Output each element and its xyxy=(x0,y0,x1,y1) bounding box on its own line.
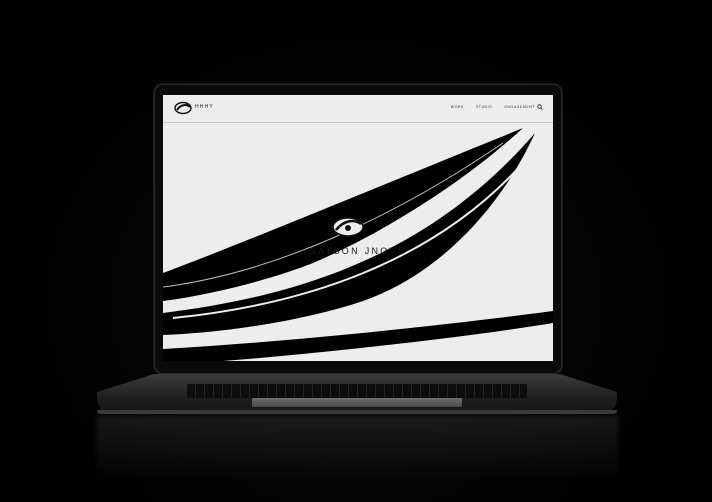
main-nav: WORK STUDIO ENGAGEMENT xyxy=(451,105,535,113)
laptop-base-edge xyxy=(97,410,617,414)
desk-reflection xyxy=(96,416,618,502)
nav-item-engagement[interactable]: ENGAGEMENT xyxy=(504,105,535,113)
logo-wordmark: HHHY xyxy=(195,104,214,110)
hero-swoosh-art xyxy=(163,128,553,361)
scene: HHHY WORK STUDIO ENGAGEMENT SATSON JNOVE xyxy=(0,0,712,502)
site-header: HHHY WORK STUDIO ENGAGEMENT xyxy=(163,95,553,123)
hero-title: SATSON JNOVE xyxy=(309,246,407,256)
search-icon[interactable] xyxy=(537,104,543,110)
logo-mark-icon xyxy=(174,101,192,115)
keyboard xyxy=(187,384,527,398)
nav-item-work[interactable]: WORK xyxy=(451,105,464,113)
site-logo[interactable]: HHHY xyxy=(174,101,234,115)
laptop-screen: HHHY WORK STUDIO ENGAGEMENT SATSON JNOVE xyxy=(163,95,553,361)
trackpad xyxy=(252,398,462,407)
emblem-icon xyxy=(332,217,364,237)
nav-item-studio[interactable]: STUDIO xyxy=(476,105,493,113)
